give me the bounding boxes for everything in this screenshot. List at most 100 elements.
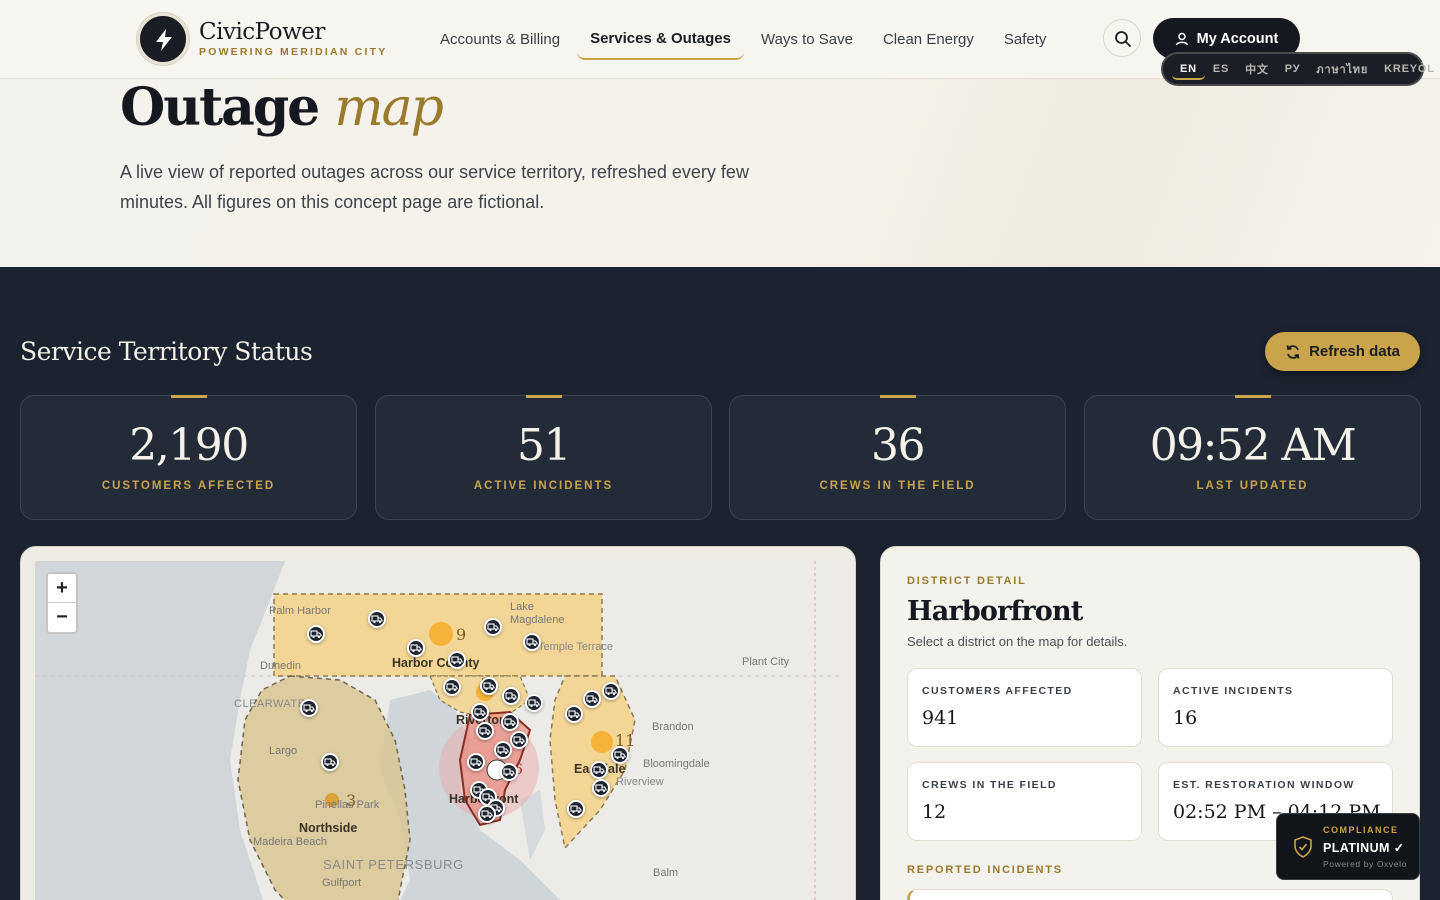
language-switcher: EN ES 中文 РУ ภาษาไทย KREYÒL (1161, 52, 1434, 86)
crew-truck-icon[interactable] (565, 705, 583, 723)
cluster-count: 9 (456, 625, 467, 644)
place-label: Temple Terrace (538, 641, 613, 653)
crew-truck-icon[interactable] (567, 800, 585, 818)
crew-truck-icon[interactable] (448, 651, 466, 669)
stat-value: 09:52 AM (1149, 420, 1357, 471)
crew-truck-icon[interactable] (510, 731, 528, 749)
crew-truck-icon[interactable] (501, 713, 519, 731)
badge-subtitle: Powered by Oxvelo (1323, 859, 1407, 869)
page-description: A live view of reported outages across o… (120, 162, 749, 212)
nav-safety[interactable]: Safety (991, 18, 1060, 60)
nav-services-outages[interactable]: Services & Outages (577, 18, 744, 60)
lang-th[interactable]: ภาษาไทย (1308, 60, 1376, 78)
district-label-harbor-county[interactable]: Harbor County (392, 656, 480, 670)
brand-name[interactable]: CivicPower (199, 19, 325, 45)
stat-active-incidents: 51 ACTIVE INCIDENTS (375, 395, 712, 520)
main-nav: Accounts & Billing Services & Outages Wa… (425, 18, 1061, 60)
place-label: Palm Harbor (269, 605, 331, 617)
zoom-out-button[interactable]: − (48, 603, 76, 632)
crew-truck-icon[interactable] (602, 682, 620, 700)
reported-incidents-heading: REPORTED INCIDENTS (907, 864, 1063, 876)
stat-value: 51 (517, 420, 572, 471)
crew-truck-icon[interactable] (300, 699, 318, 717)
crew-truck-icon[interactable] (478, 805, 496, 823)
crew-truck-icon[interactable] (611, 746, 629, 764)
page-title: Outage map (120, 79, 444, 138)
place-label: Gulfport (322, 877, 362, 889)
place-label: Balm (653, 867, 679, 879)
place-label: Riverview (616, 776, 664, 788)
lang-ht[interactable]: KREYÒL (1376, 63, 1440, 75)
user-icon (1175, 32, 1188, 45)
crew-truck-icon[interactable] (525, 694, 543, 712)
shield-check-icon (1294, 836, 1312, 858)
district-subtitle: Select a district on the map for details… (907, 634, 1128, 649)
outage-map[interactable]: Palm Harbor Lake Magdalene Temple Terrac… (35, 561, 841, 900)
incident-card[interactable] (907, 889, 1393, 900)
crew-truck-icon[interactable] (443, 678, 461, 696)
brand-tagline: POWERING MERIDIAN CITY (199, 46, 388, 58)
crew-truck-icon[interactable] (368, 610, 386, 628)
badge-title: PLATINUM ✓ (1323, 841, 1405, 855)
crew-truck-icon[interactable] (476, 722, 494, 740)
box-value: 16 (1173, 707, 1198, 729)
nav-clean-energy[interactable]: Clean Energy (870, 18, 987, 60)
crew-truck-icon[interactable] (480, 677, 498, 695)
place-label: SAINT PETERSBURG (323, 857, 464, 872)
stat-label: CUSTOMERS AFFECTED (101, 480, 276, 492)
compliance-badge[interactable]: COMPLIANCE PLATINUM ✓ Powered by Oxvelo (1276, 813, 1420, 880)
box-label: EST. RESTORATION WINDOW (1173, 779, 1355, 791)
crew-truck-icon[interactable] (500, 763, 518, 781)
crew-truck-icon[interactable] (590, 761, 608, 779)
place-label: Plant City (742, 656, 790, 668)
place-label: Brandon (652, 721, 694, 733)
crew-truck-icon[interactable] (467, 753, 485, 771)
refresh-icon (1286, 344, 1300, 359)
search-icon (1115, 31, 1131, 47)
district-label-northside[interactable]: Northside (299, 821, 357, 835)
nav-ways-to-save[interactable]: Ways to Save (748, 18, 866, 60)
crew-truck-icon[interactable] (471, 703, 489, 721)
district-name: Harborfront (907, 596, 1083, 627)
crew-truck-icon[interactable] (592, 779, 610, 797)
page-title-accent: map (334, 79, 444, 138)
crew-truck-icon[interactable] (502, 687, 520, 705)
hero-section: Outage map A live view of reported outag… (0, 79, 1440, 267)
lightning-logo-icon[interactable] (137, 13, 189, 65)
stat-value: 2,190 (129, 420, 249, 471)
lang-ru[interactable]: РУ (1277, 63, 1309, 75)
lang-en[interactable]: EN (1172, 58, 1205, 80)
search-button[interactable] (1103, 19, 1141, 57)
place-label: Bloomingdale (643, 758, 710, 770)
refresh-data-button[interactable]: Refresh data (1265, 332, 1420, 371)
section-title: Service Territory Status (20, 337, 313, 366)
badge-eyebrow: COMPLIANCE (1323, 825, 1399, 835)
my-account-label: My Account (1196, 30, 1279, 47)
zoom-in-button[interactable]: + (48, 574, 76, 603)
district-incidents-box: ACTIVE INCIDENTS 16 (1158, 668, 1393, 747)
crew-truck-icon[interactable] (321, 753, 339, 771)
box-value: 941 (922, 707, 959, 729)
box-label: CUSTOMERS AFFECTED (922, 685, 1073, 697)
nav-accounts-billing[interactable]: Accounts & Billing (427, 18, 573, 60)
stat-crews-in-field: 36 CREWS IN THE FIELD (729, 395, 1066, 520)
refresh-data-label: Refresh data (1309, 343, 1400, 360)
district-eyebrow: DISTRICT DETAIL (907, 575, 1027, 587)
lang-es[interactable]: ES (1205, 63, 1237, 75)
stat-customers-affected: 2,190 CUSTOMERS AFFECTED (20, 395, 357, 520)
crew-truck-icon[interactable] (407, 639, 425, 657)
box-label: CREWS IN THE FIELD (922, 779, 1057, 791)
crew-truck-icon[interactable] (583, 690, 601, 708)
page-title-main: Outage (120, 79, 320, 138)
stat-label: LAST UPDATED (1196, 480, 1309, 492)
lang-zh[interactable]: 中文 (1237, 61, 1277, 77)
crew-truck-icon[interactable] (307, 625, 325, 643)
stat-last-updated: 09:52 AM LAST UPDATED (1084, 395, 1421, 520)
crew-truck-icon[interactable] (494, 741, 512, 759)
district-crews-box: CREWS IN THE FIELD 12 (907, 762, 1142, 841)
crew-truck-icon[interactable] (523, 633, 541, 651)
crew-truck-icon[interactable] (484, 618, 502, 636)
stat-label: CREWS IN THE FIELD (819, 480, 976, 492)
place-label: Madeira Beach (253, 836, 327, 848)
place-label: Lake Magdalene (510, 601, 565, 626)
